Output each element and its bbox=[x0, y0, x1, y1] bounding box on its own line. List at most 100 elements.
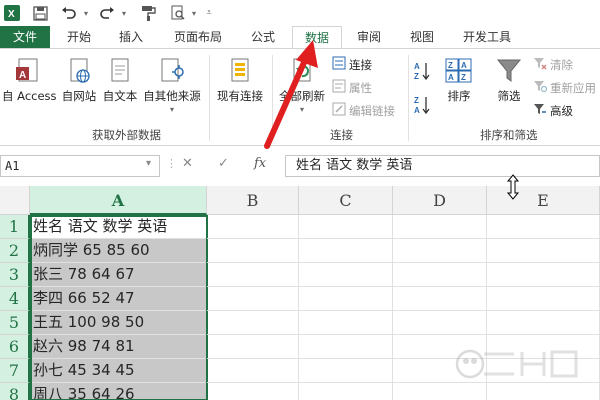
cancel-entry-button[interactable]: ✕ bbox=[182, 156, 193, 171]
empty-cell[interactable] bbox=[393, 311, 487, 335]
empty-cell[interactable] bbox=[207, 263, 299, 287]
column-header-b[interactable]: B bbox=[207, 186, 299, 215]
tab-page-layout[interactable]: 页面布局 bbox=[166, 26, 230, 48]
from-other-sources-button[interactable]: 自其他来源 ▾ bbox=[140, 57, 204, 114]
select-all-corner[interactable] bbox=[0, 186, 30, 215]
insert-function-button[interactable]: fx bbox=[254, 156, 266, 171]
sort-ascending-icon: AZ bbox=[414, 61, 430, 84]
customize-toolbar-icon[interactable]: ⩡ bbox=[202, 4, 216, 22]
empty-cell[interactable] bbox=[207, 287, 299, 311]
empty-cell[interactable] bbox=[207, 311, 299, 335]
column-header-c[interactable]: C bbox=[299, 186, 393, 215]
cell-a7[interactable]: 孙七 45 34 45 bbox=[30, 359, 207, 383]
cell-a8[interactable]: 周八 35 64 26 bbox=[30, 383, 207, 400]
print-dropdown-icon[interactable]: ▾ bbox=[188, 4, 200, 22]
row-header-5[interactable]: 5 bbox=[0, 311, 30, 335]
print-preview-icon[interactable] bbox=[168, 4, 188, 22]
group-separator bbox=[209, 55, 210, 141]
resize-cursor-icon bbox=[506, 174, 520, 203]
row-header-1[interactable]: 1 bbox=[0, 215, 30, 239]
edit-links-button[interactable]: 编辑链接 bbox=[332, 102, 395, 119]
column-header-d[interactable]: D bbox=[393, 186, 487, 215]
tab-file[interactable]: 文件 bbox=[0, 26, 50, 48]
tab-home[interactable]: 开始 bbox=[56, 26, 102, 48]
cell-a1[interactable]: 姓名 语文 数学 英语 bbox=[30, 215, 207, 239]
empty-cell[interactable] bbox=[487, 215, 600, 239]
advanced-filter-icon bbox=[533, 102, 547, 119]
row-header-4[interactable]: 4 bbox=[0, 287, 30, 311]
from-access-button[interactable]: A 自 Access bbox=[2, 57, 57, 104]
empty-cell[interactable] bbox=[299, 215, 393, 239]
empty-cell[interactable] bbox=[487, 239, 600, 263]
empty-cell[interactable] bbox=[207, 359, 299, 383]
other-sources-icon bbox=[140, 57, 204, 88]
svg-text:Z: Z bbox=[414, 96, 419, 105]
column-header-e[interactable]: E bbox=[487, 186, 600, 215]
confirm-entry-button[interactable]: ✓ bbox=[218, 156, 229, 171]
empty-cell[interactable] bbox=[393, 215, 487, 239]
empty-cell[interactable] bbox=[299, 335, 393, 359]
web-globe-icon bbox=[58, 57, 100, 88]
empty-cell[interactable] bbox=[487, 311, 600, 335]
svg-text:Z: Z bbox=[461, 73, 466, 82]
empty-cell[interactable] bbox=[487, 263, 600, 287]
advanced-button[interactable]: 高级 bbox=[533, 102, 573, 119]
sort-descending-button[interactable]: ZA bbox=[414, 95, 430, 118]
empty-cell[interactable] bbox=[393, 239, 487, 263]
from-text-button[interactable]: 自文本 bbox=[100, 57, 140, 104]
tab-view[interactable]: 视图 bbox=[400, 26, 444, 48]
row-header-3[interactable]: 3 bbox=[0, 263, 30, 287]
row-header-2[interactable]: 2 bbox=[0, 239, 30, 263]
redo-icon[interactable] bbox=[96, 4, 118, 22]
empty-cell[interactable] bbox=[207, 239, 299, 263]
filter-label: 筛选 bbox=[497, 89, 521, 103]
reapply-filter-icon bbox=[533, 79, 548, 96]
empty-cell[interactable] bbox=[207, 215, 299, 239]
empty-cell[interactable] bbox=[393, 263, 487, 287]
tab-review[interactable]: 审阅 bbox=[346, 26, 392, 48]
baidu-jingyan-watermark-logo bbox=[454, 344, 594, 387]
tab-insert[interactable]: 插入 bbox=[108, 26, 154, 48]
group-separator bbox=[408, 55, 409, 141]
connections-label: 连接 bbox=[349, 57, 372, 72]
empty-cell[interactable] bbox=[299, 287, 393, 311]
cell-a3[interactable]: 张三 78 64 67 bbox=[30, 263, 207, 287]
cell-a4[interactable]: 李四 66 52 47 bbox=[30, 287, 207, 311]
sort-descending-icon: ZA bbox=[414, 95, 430, 118]
row-header-6[interactable]: 6 bbox=[0, 335, 30, 359]
save-icon[interactable] bbox=[30, 4, 50, 22]
tab-developer[interactable]: 开发工具 bbox=[452, 26, 522, 48]
empty-cell[interactable] bbox=[299, 383, 393, 400]
row-header-8[interactable]: 8 bbox=[0, 383, 30, 400]
undo-dropdown-icon[interactable]: ▾ bbox=[80, 4, 92, 22]
sort-button[interactable]: ZAAZ 排序 bbox=[440, 57, 478, 104]
properties-button[interactable]: 属性 bbox=[332, 79, 372, 96]
undo-icon[interactable] bbox=[58, 4, 80, 22]
group-sort-filter: 排序和筛选 bbox=[480, 128, 538, 142]
empty-cell[interactable] bbox=[207, 335, 299, 359]
name-box[interactable]: A1 bbox=[0, 155, 160, 177]
clear-button[interactable]: 清除 bbox=[533, 56, 573, 73]
row-header-7[interactable]: 7 bbox=[0, 359, 30, 383]
column-header-a[interactable]: A bbox=[30, 186, 207, 215]
empty-cell[interactable] bbox=[299, 311, 393, 335]
cell-a2[interactable]: 炳同学 65 85 60 bbox=[30, 239, 207, 263]
empty-cell[interactable] bbox=[207, 383, 299, 400]
from-web-button[interactable]: 自网站 bbox=[58, 57, 100, 104]
format-painter-icon[interactable] bbox=[138, 4, 160, 22]
reapply-button[interactable]: 重新应用 bbox=[533, 79, 596, 96]
name-box-dropdown-icon[interactable]: ▾ bbox=[146, 158, 151, 169]
redo-dropdown-icon[interactable]: ▾ bbox=[118, 4, 130, 22]
empty-cell[interactable] bbox=[393, 287, 487, 311]
cell-a6[interactable]: 赵六 98 74 81 bbox=[30, 335, 207, 359]
cell-a5[interactable]: 王五 100 98 50 bbox=[30, 311, 207, 335]
empty-cell[interactable] bbox=[487, 287, 600, 311]
formula-input[interactable]: 姓名 语文 数学 英语 bbox=[285, 155, 600, 177]
connections-button[interactable]: 连接 bbox=[332, 56, 372, 73]
edit-links-icon bbox=[332, 102, 346, 119]
empty-cell[interactable] bbox=[299, 239, 393, 263]
empty-cell[interactable] bbox=[299, 263, 393, 287]
empty-cell[interactable] bbox=[299, 359, 393, 383]
filter-button[interactable]: 筛选 bbox=[490, 57, 528, 104]
sort-ascending-button[interactable]: AZ bbox=[414, 61, 430, 84]
